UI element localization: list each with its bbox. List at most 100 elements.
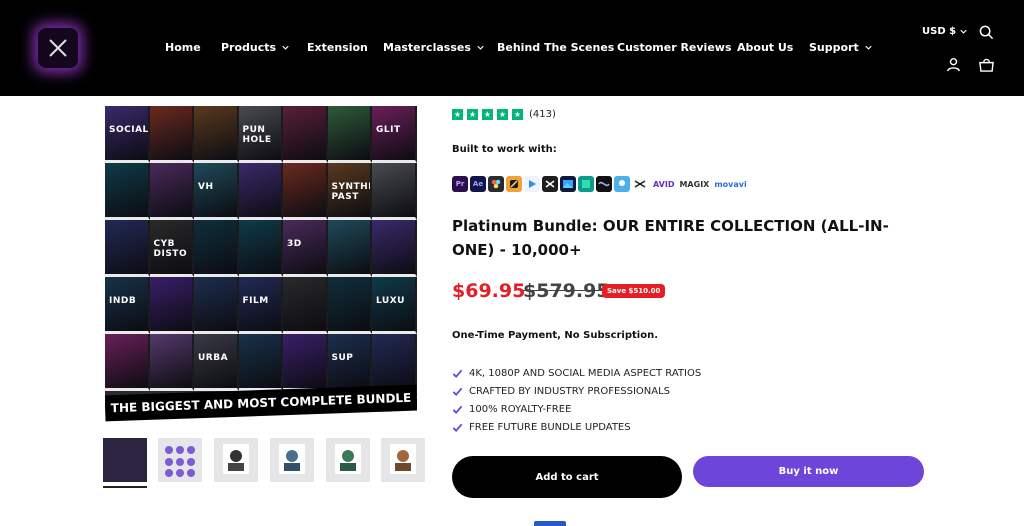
bundle-box	[149, 106, 194, 163]
nav-masterclasses[interactable]: Masterclasses	[383, 41, 484, 54]
product-image-main[interactable]: SOCIAL PUN HOLE GLIT VH SYNTHE PAST CYB DISTO…	[105, 106, 417, 422]
bundle-box-label: GLIT	[376, 125, 401, 136]
image-app-icon	[560, 176, 576, 192]
chevron-down-icon	[960, 29, 967, 34]
nav-behind-the-scenes[interactable]: Behind The Scenes	[497, 41, 614, 54]
rating-summary[interactable]: ★ ★ ★ ★ ★ (413)	[452, 109, 556, 120]
after-effects-icon: Ae	[470, 176, 486, 192]
feature-text: FREE FUTURE BUNDLE UPDATES	[469, 421, 631, 433]
thumbnail-3[interactable]	[214, 438, 258, 482]
nav-support[interactable]: Support	[809, 41, 872, 54]
bundle-box	[149, 277, 194, 334]
thumbnail-4[interactable]	[270, 438, 314, 482]
bundle-box	[238, 334, 283, 391]
feature-text: 100% ROYALTY-FREE	[469, 403, 572, 415]
nav-extension[interactable]: Extension	[307, 41, 368, 54]
bundle-box	[238, 220, 283, 277]
feature-item: CRAFTED BY INDUSTRY PROFESSIONALS	[452, 382, 701, 400]
bundle-box	[372, 334, 417, 391]
check-icon	[452, 405, 463, 414]
sale-price: $69.95	[452, 280, 526, 302]
star-icon: ★	[497, 109, 508, 120]
bundle-box	[194, 277, 239, 334]
check-icon	[452, 387, 463, 396]
bundle-box-label: 3D	[287, 239, 302, 250]
review-count: (413)	[529, 109, 556, 120]
nav-label: Customer Reviews	[617, 41, 732, 54]
payment-badge	[534, 521, 566, 526]
feature-item: FREE FUTURE BUNDLE UPDATES	[452, 418, 701, 436]
thumbnail-person-icon	[390, 444, 416, 474]
bundle-box: INDB	[105, 277, 150, 334]
nav-home[interactable]: Home	[165, 41, 201, 54]
nav-about-us[interactable]: About Us	[737, 41, 793, 54]
cart-icon[interactable]	[978, 57, 995, 72]
bundle-box-label: CYB DISTO	[153, 239, 188, 260]
nav-products[interactable]: Products	[221, 41, 289, 54]
bundle-box	[149, 163, 194, 220]
premiere-pro-icon: Pr	[452, 176, 468, 192]
account-icon[interactable]	[946, 57, 961, 72]
bundle-box	[283, 277, 328, 334]
thumbnail-1[interactable]	[103, 438, 147, 482]
compare-at-price: $579.95	[523, 280, 610, 302]
star-icon: ★	[512, 109, 523, 120]
thumbnail-active-indicator	[103, 486, 147, 488]
bundle-box: 3D	[283, 220, 328, 277]
nav-customer-reviews[interactable]: Customer Reviews	[617, 41, 732, 54]
check-icon	[452, 423, 463, 432]
thumbnail-5[interactable]	[326, 438, 370, 482]
add-to-cart-button[interactable]: Add to cart	[452, 456, 682, 498]
feature-text: CRAFTED BY INDUSTRY PROFESSIONALS	[469, 385, 671, 397]
movavi-logo: movavi	[714, 179, 747, 189]
thumbnail-6[interactable]	[381, 438, 425, 482]
search-icon[interactable]	[979, 25, 994, 40]
bundle-box	[194, 106, 239, 163]
feature-list: 4K, 1080P AND SOCIAL MEDIA ASPECT RATIOS…	[452, 364, 701, 436]
bundle-box	[149, 334, 194, 391]
bundle-box-label: PUN HOLE	[242, 125, 272, 146]
chevron-down-icon	[477, 45, 484, 50]
bundle-box: CYB DISTO	[149, 220, 194, 277]
payment-note: One-Time Payment, No Subscription.	[452, 330, 659, 341]
bundle-box	[283, 334, 328, 391]
bundle-box	[327, 106, 372, 163]
site-header: Home Products Extension Masterclasses Be…	[0, 0, 1024, 96]
feature-item: 4K, 1080P AND SOCIAL MEDIA ASPECT RATIOS	[452, 364, 701, 382]
nav-label: Home	[165, 41, 201, 54]
bundle-box	[238, 163, 283, 220]
bundle-box: URBA	[194, 334, 239, 391]
check-icon	[452, 369, 463, 378]
thumbnail-person-icon	[279, 444, 305, 474]
bundle-box	[372, 220, 417, 277]
bundle-box-label: FILM	[242, 296, 269, 307]
currency-label: USD $	[922, 26, 957, 37]
chevron-down-icon	[282, 45, 289, 50]
nav-label: Extension	[307, 41, 368, 54]
bundle-box: GLIT	[372, 106, 417, 163]
bundle-box	[105, 334, 150, 391]
feature-text: 4K, 1080P AND SOCIAL MEDIA ASPECT RATIOS	[469, 367, 702, 379]
bundle-box: VH	[194, 163, 239, 220]
bundle-box-label: VH	[198, 182, 214, 193]
logo-x-icon	[49, 39, 67, 57]
bundle-box	[283, 106, 328, 163]
buy-it-now-button[interactable]: Buy it now	[693, 456, 924, 487]
bundle-box	[105, 163, 150, 220]
final-cut-icon	[506, 176, 522, 192]
nav-label: Products	[221, 41, 277, 54]
davinci-resolve-icon	[488, 176, 504, 192]
star-icon: ★	[482, 109, 493, 120]
thumbnail-2[interactable]	[158, 438, 202, 482]
capcut-icon	[542, 176, 558, 192]
compatible-apps: Pr Ae AVID MAGIX movavi	[452, 176, 747, 192]
brand-logo[interactable]	[38, 28, 78, 68]
thumbnail-person-icon	[223, 444, 249, 474]
chevron-down-icon	[865, 45, 872, 50]
bundle-box: LUXU	[372, 277, 417, 334]
currency-selector[interactable]: USD $	[922, 26, 967, 37]
bundle-box	[194, 220, 239, 277]
bundle-box-label: SUP	[331, 353, 354, 364]
filmora-icon	[578, 176, 594, 192]
nav-label: Behind The Scenes	[497, 41, 615, 54]
